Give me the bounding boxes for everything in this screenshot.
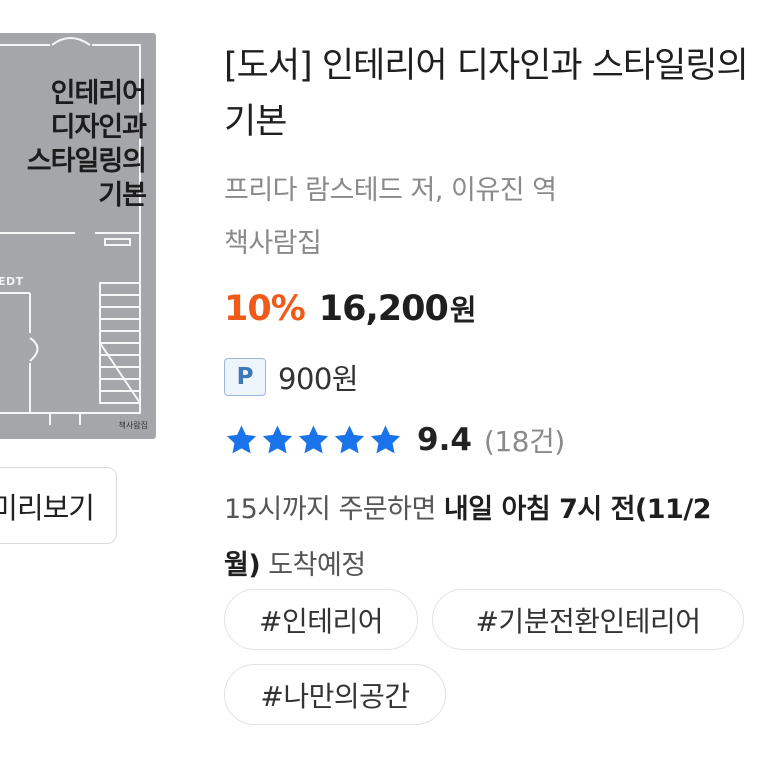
rating-score: 9.4 [417,422,472,458]
star-icon [332,423,367,457]
product-page: 인테리어 디자인과 스타일링의 기본 EDT 책사람집 미리보기 [도서] 인테… [0,0,775,775]
rating-stars [224,423,403,457]
rating-row[interactable]: 9.4 (18건) [224,420,565,460]
tag-chip[interactable]: #나만의공간 [224,664,446,725]
product-title-line1: [도서] 인테리어 디자인과 스타일링의 [224,46,749,86]
delivery-suffix: 도착예정 [260,550,366,581]
star-icon [224,423,259,457]
price-row: 10% 16,200 원 [224,287,477,329]
delivery-prefix: 15시까지 주문하면 [224,494,444,525]
cover-title-line: 디자인과 [50,112,147,143]
cover-title-line: 인테리어 [50,78,147,109]
delivery-highlight-cont: 월) [224,550,261,581]
publisher-link[interactable]: 책사람집 [224,221,322,260]
tag-chip[interactable]: #기분전환인테리어 [432,589,744,650]
delivery-highlight: 내일 아침 7시 전(11/2 [443,494,712,525]
author-translator[interactable]: 프리다 람스테드 저, 이유진 역 [224,168,557,207]
cover-title: 인테리어 디자인과 스타일링의 기본 [26,77,147,213]
delivery-line1: 15시까지 주문하면 내일 아침 7시 전(11/2 [224,482,775,538]
cover-publisher: 책사람집 [118,421,148,430]
discount-rate: 10% [224,289,306,329]
cover-title-line: 기본 [98,180,147,211]
tag-chip[interactable]: #인테리어 [224,589,418,650]
point-icon: P [224,358,266,396]
product-title[interactable]: [도서] 인테리어 디자인과 스타일링의 기본 [224,38,775,150]
cover-title-line: 스타일링의 [26,146,147,177]
point-row: P 900원 [224,356,359,398]
star-icon [260,423,295,457]
star-icon [368,423,403,457]
preview-button[interactable]: 미리보기 [0,467,117,544]
point-value: 900원 [278,362,359,396]
product-title-line2: 기본 [224,102,287,142]
book-cover-image[interactable]: 인테리어 디자인과 스타일링의 기본 EDT 책사람집 [0,33,156,439]
delivery-info: 15시까지 주문하면 내일 아침 7시 전(11/2 월) 도착예정 [224,482,775,594]
sale-price: 16,200 [318,289,449,329]
review-count[interactable]: (18건) [484,420,565,460]
price-unit: 원 [449,293,477,327]
delivery-line2: 월) 도착예정 [224,538,775,594]
star-icon [296,423,331,457]
cover-author: EDT [0,275,24,288]
